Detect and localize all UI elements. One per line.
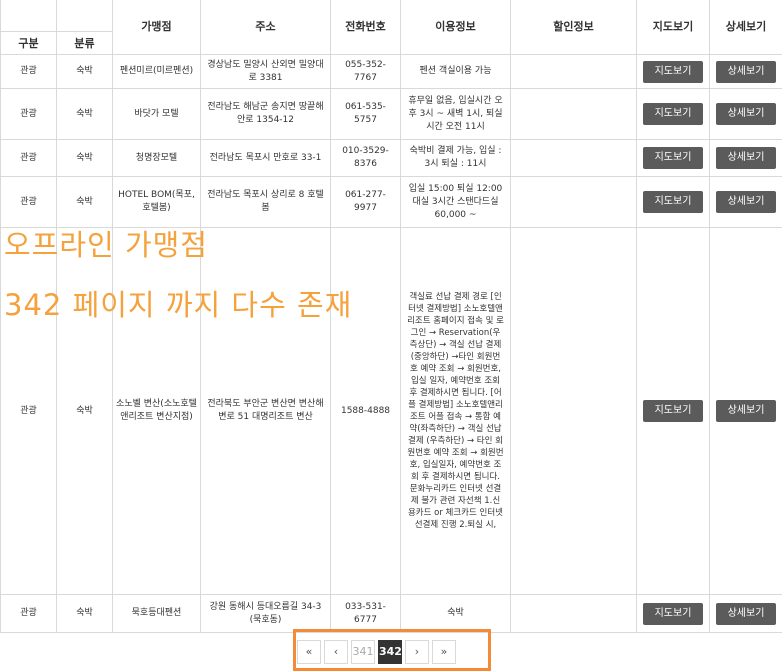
header-discount-info: 할인정보 [511, 0, 637, 55]
cell-phone: 033-531-6777 [331, 595, 401, 633]
cell-phone: 061-277-9977 [331, 177, 401, 228]
table-row: 관광 숙박 HOTEL BOM(목포,호텔봄) 전라남도 목포시 상리로 8 호… [1, 177, 782, 228]
cell-type: 관광 [1, 595, 57, 633]
map-button[interactable]: 지도보기 [643, 400, 703, 422]
cell-category: 숙박 [57, 55, 113, 89]
cell-category: 숙박 [57, 177, 113, 228]
cell-discount [511, 140, 637, 177]
header-blank-1 [1, 0, 57, 32]
detail-button[interactable]: 상세보기 [716, 61, 776, 83]
header-usage-info: 이용정보 [401, 0, 511, 55]
first-page-button[interactable]: « [297, 640, 321, 664]
map-button[interactable]: 지도보기 [643, 603, 703, 625]
cell-phone: 061-535-5757 [331, 89, 401, 140]
cell-usage-info: 숙박 [401, 595, 511, 633]
cell-store-name: 묵호등대펜션 [113, 595, 201, 633]
detail-button[interactable]: 상세보기 [716, 191, 776, 213]
table-row: 관광 숙박 청명장모텔 전라남도 목포시 만호로 33-1 010-3529-8… [1, 140, 782, 177]
overlay-annotation-line1: 오프라인 가맹점 [4, 222, 208, 264]
cell-category: 숙박 [57, 140, 113, 177]
cell-discount [511, 177, 637, 228]
header-address: 주소 [201, 0, 331, 55]
header-type: 구분 [1, 32, 57, 55]
cell-store-name: 바닷가 모텔 [113, 89, 201, 140]
cell-usage-info: 휴무일 없음, 입실시간 오후 3시 ~ 새벽 1시, 퇴실시간 오전 11시 [401, 89, 511, 140]
last-page-button[interactable]: » [432, 640, 456, 664]
map-button[interactable]: 지도보기 [643, 191, 703, 213]
cell-type: 관광 [1, 89, 57, 140]
next-page-button[interactable]: › [405, 640, 429, 664]
cell-category: 숙박 [57, 595, 113, 633]
pagination: « ‹ 341 342 › » [297, 640, 456, 664]
detail-button[interactable]: 상세보기 [716, 400, 776, 422]
detail-button[interactable]: 상세보기 [716, 147, 776, 169]
header-store: 가맹점 [113, 0, 201, 55]
page-button-342-current[interactable]: 342 [378, 640, 402, 664]
cell-usage-info: 펜션 객실이용 가능 [401, 55, 511, 89]
map-button[interactable]: 지도보기 [643, 61, 703, 83]
header-blank-2 [57, 0, 113, 32]
cell-category: 숙박 [57, 89, 113, 140]
prev-page-button[interactable]: ‹ [324, 640, 348, 664]
table-row: 관광 숙박 바닷가 모텔 전라남도 해남군 송지면 땅끝해안로 1354-12 … [1, 89, 782, 140]
cell-store-name: 청명장모텔 [113, 140, 201, 177]
cell-type: 관광 [1, 55, 57, 89]
cell-usage-info: 객실료 선납 결제 경로 [인터넷 결제방법] 소노호텔앤리조트 홈페이지 접속… [401, 228, 511, 595]
cell-store-name: HOTEL BOM(목포,호텔봄) [113, 177, 201, 228]
cell-phone: 055-352-7767 [331, 55, 401, 89]
cell-address: 전라남도 목포시 만호로 33-1 [201, 140, 331, 177]
cell-type: 관광 [1, 177, 57, 228]
detail-button[interactable]: 상세보기 [716, 603, 776, 625]
cell-discount [511, 89, 637, 140]
cell-address: 전라남도 해남군 송지면 땅끝해안로 1354-12 [201, 89, 331, 140]
cell-address: 강원 동해시 등대오름길 34-3 (묵호동) [201, 595, 331, 633]
header-detail: 상세보기 [710, 0, 782, 55]
map-button[interactable]: 지도보기 [643, 147, 703, 169]
cell-type: 관광 [1, 140, 57, 177]
page-button-341[interactable]: 341 [351, 640, 375, 664]
map-button[interactable]: 지도보기 [643, 103, 703, 125]
cell-phone: 010-3529-8376 [331, 140, 401, 177]
cell-address: 전라남도 목포시 상리로 8 호텔봄 [201, 177, 331, 228]
cell-store-name: 펜션미르(미르펜션) [113, 55, 201, 89]
header-category: 분류 [57, 32, 113, 55]
header-map: 지도보기 [637, 0, 710, 55]
cell-usage-info: 입실 15:00 퇴실 12:00 대실 3시간 스탠다드실 60,000 ~ [401, 177, 511, 228]
cell-discount [511, 55, 637, 89]
detail-button[interactable]: 상세보기 [716, 103, 776, 125]
cell-address: 경상남도 밀양시 산외면 밀양대로 3381 [201, 55, 331, 89]
cell-usage-info: 숙박비 결제 가능, 입실 : 3시 퇴실 : 11시 [401, 140, 511, 177]
overlay-annotation-line2: 342 페이지 까지 다수 존재 [4, 282, 352, 324]
cell-discount [511, 228, 637, 595]
header-phone: 전화번호 [331, 0, 401, 55]
cell-discount [511, 595, 637, 633]
table-row: 관광 숙박 묵호등대펜션 강원 동해시 등대오름길 34-3 (묵호동) 033… [1, 595, 782, 633]
table-row: 관광 숙박 펜션미르(미르펜션) 경상남도 밀양시 산외면 밀양대로 3381 … [1, 55, 782, 89]
